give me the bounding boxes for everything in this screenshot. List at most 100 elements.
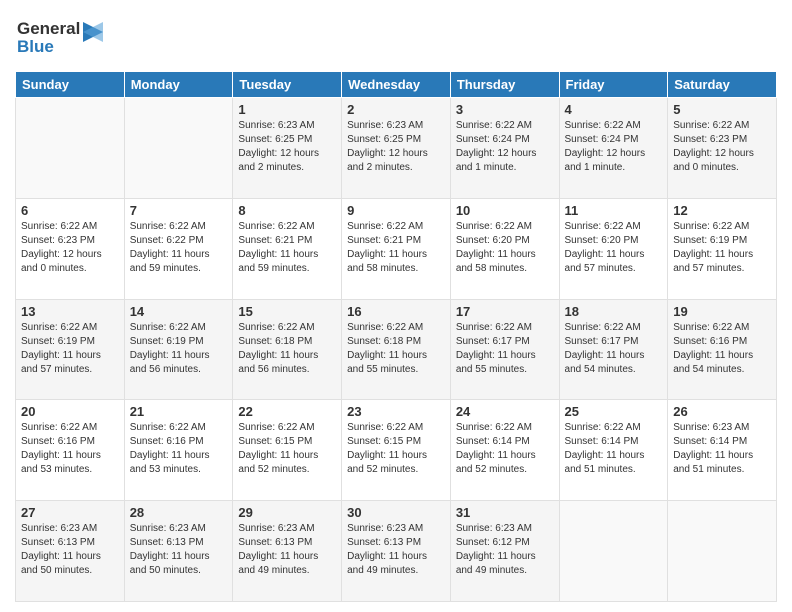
day-info: Sunrise: 6:22 AM Sunset: 6:21 PM Dayligh… [347, 220, 445, 276]
day-info: Sunrise: 6:22 AM Sunset: 6:21 PM Dayligh… [238, 220, 336, 276]
day-info: Sunrise: 6:22 AM Sunset: 6:20 PM Dayligh… [456, 220, 554, 276]
day-info: Sunrise: 6:23 AM Sunset: 6:13 PM Dayligh… [21, 522, 119, 578]
calendar-cell: 13 Sunrise: 6:22 AM Sunset: 6:19 PM Dayli… [16, 299, 125, 400]
day-info: Sunrise: 6:23 AM Sunset: 6:13 PM Dayligh… [238, 522, 336, 578]
calendar-cell: 11Sunrise: 6:22 AM Sunset: 6:20 PM Dayli… [559, 198, 668, 299]
calendar-cell: 19 Sunrise: 6:22 AM Sunset: 6:16 PM Dayli… [668, 299, 777, 400]
logo-svg: General Blue [15, 14, 105, 58]
day-number: 17 [456, 304, 554, 319]
weekday-header-sunday: Sunday [16, 72, 125, 98]
day-info: Sunrise: 6:22 AM Sunset: 6:14 PM Dayligh… [456, 421, 554, 477]
calendar-week-row: 13 Sunrise: 6:22 AM Sunset: 6:19 PM Dayli… [16, 299, 777, 400]
day-number: 8 [238, 203, 336, 218]
day-number: 12 [673, 203, 771, 218]
calendar-cell: 10 Sunrise: 6:22 AM Sunset: 6:20 PM Dayli… [450, 198, 559, 299]
calendar-cell: 31Sunrise: 6:23 AM Sunset: 6:12 PM Dayli… [450, 501, 559, 602]
day-number: 1 [238, 102, 336, 117]
calendar-cell: 20 Sunrise: 6:22 AM Sunset: 6:16 PM Dayli… [16, 400, 125, 501]
day-info: Sunrise: 6:22 AM Sunset: 6:24 PM Dayligh… [565, 119, 663, 175]
day-info: Sunrise: 6:23 AM Sunset: 6:14 PM Dayligh… [673, 421, 771, 477]
day-number: 13 [21, 304, 119, 319]
day-number: 20 [21, 404, 119, 419]
day-number: 26 [673, 404, 771, 419]
weekday-header-saturday: Saturday [668, 72, 777, 98]
page: General Blue SundayMondayTuesdayWednesda… [0, 0, 792, 612]
day-info: Sunrise: 6:22 AM Sunset: 6:18 PM Dayligh… [238, 321, 336, 377]
calendar-cell: 24 Sunrise: 6:22 AM Sunset: 6:14 PM Dayli… [450, 400, 559, 501]
day-info: Sunrise: 6:22 AM Sunset: 6:23 PM Dayligh… [673, 119, 771, 175]
header: General Blue [15, 10, 777, 63]
day-info: Sunrise: 6:22 AM Sunset: 6:16 PM Dayligh… [130, 421, 228, 477]
weekday-header-row: SundayMondayTuesdayWednesdayThursdayFrid… [16, 72, 777, 98]
calendar-week-row: 20 Sunrise: 6:22 AM Sunset: 6:16 PM Dayli… [16, 400, 777, 501]
day-number: 28 [130, 505, 228, 520]
day-number: 2 [347, 102, 445, 117]
calendar-cell: 3Sunrise: 6:22 AM Sunset: 6:24 PM Daylig… [450, 98, 559, 199]
day-number: 16 [347, 304, 445, 319]
calendar-cell: 2 Sunrise: 6:23 AM Sunset: 6:25 PM Daylig… [342, 98, 451, 199]
calendar-cell: 16 Sunrise: 6:22 AM Sunset: 6:18 PM Dayli… [342, 299, 451, 400]
calendar-cell: 5Sunrise: 6:22 AM Sunset: 6:23 PM Daylig… [668, 98, 777, 199]
day-number: 10 [456, 203, 554, 218]
svg-text:General: General [17, 19, 80, 38]
calendar-week-row: 27 Sunrise: 6:23 AM Sunset: 6:13 PM Dayli… [16, 501, 777, 602]
calendar-week-row: 1 Sunrise: 6:23 AM Sunset: 6:25 PM Daylig… [16, 98, 777, 199]
day-info: Sunrise: 6:22 AM Sunset: 6:19 PM Dayligh… [21, 321, 119, 377]
day-number: 14 [130, 304, 228, 319]
calendar-cell: 23 Sunrise: 6:22 AM Sunset: 6:15 PM Dayli… [342, 400, 451, 501]
calendar-cell: 6Sunrise: 6:22 AM Sunset: 6:23 PM Daylig… [16, 198, 125, 299]
day-info: Sunrise: 6:22 AM Sunset: 6:15 PM Dayligh… [347, 421, 445, 477]
day-number: 21 [130, 404, 228, 419]
day-info: Sunrise: 6:22 AM Sunset: 6:16 PM Dayligh… [21, 421, 119, 477]
calendar-table: SundayMondayTuesdayWednesdayThursdayFrid… [15, 71, 777, 602]
calendar-cell: 17Sunrise: 6:22 AM Sunset: 6:17 PM Dayli… [450, 299, 559, 400]
calendar-cell: 1 Sunrise: 6:23 AM Sunset: 6:25 PM Daylig… [233, 98, 342, 199]
day-number: 4 [565, 102, 663, 117]
weekday-header-thursday: Thursday [450, 72, 559, 98]
weekday-header-monday: Monday [124, 72, 233, 98]
day-number: 15 [238, 304, 336, 319]
day-info: Sunrise: 6:23 AM Sunset: 6:25 PM Dayligh… [347, 119, 445, 175]
day-info: Sunrise: 6:22 AM Sunset: 6:19 PM Dayligh… [130, 321, 228, 377]
calendar-cell: 7Sunrise: 6:22 AM Sunset: 6:22 PM Daylig… [124, 198, 233, 299]
calendar-cell [668, 501, 777, 602]
day-number: 30 [347, 505, 445, 520]
day-number: 9 [347, 203, 445, 218]
calendar-cell: 9 Sunrise: 6:22 AM Sunset: 6:21 PM Daylig… [342, 198, 451, 299]
weekday-header-wednesday: Wednesday [342, 72, 451, 98]
day-number: 29 [238, 505, 336, 520]
day-number: 31 [456, 505, 554, 520]
calendar-cell [124, 98, 233, 199]
day-number: 23 [347, 404, 445, 419]
calendar-cell: 12Sunrise: 6:22 AM Sunset: 6:19 PM Dayli… [668, 198, 777, 299]
weekday-header-friday: Friday [559, 72, 668, 98]
calendar-cell: 22 Sunrise: 6:22 AM Sunset: 6:15 PM Dayli… [233, 400, 342, 501]
day-number: 18 [565, 304, 663, 319]
calendar-cell: 27 Sunrise: 6:23 AM Sunset: 6:13 PM Dayli… [16, 501, 125, 602]
day-number: 19 [673, 304, 771, 319]
day-info: Sunrise: 6:22 AM Sunset: 6:24 PM Dayligh… [456, 119, 554, 175]
day-number: 27 [21, 505, 119, 520]
day-info: Sunrise: 6:22 AM Sunset: 6:16 PM Dayligh… [673, 321, 771, 377]
calendar-cell [16, 98, 125, 199]
day-info: Sunrise: 6:22 AM Sunset: 6:15 PM Dayligh… [238, 421, 336, 477]
calendar-cell: 18Sunrise: 6:22 AM Sunset: 6:17 PM Dayli… [559, 299, 668, 400]
day-number: 6 [21, 203, 119, 218]
weekday-header-tuesday: Tuesday [233, 72, 342, 98]
day-info: Sunrise: 6:23 AM Sunset: 6:25 PM Dayligh… [238, 119, 336, 175]
calendar-cell [559, 501, 668, 602]
day-info: Sunrise: 6:23 AM Sunset: 6:13 PM Dayligh… [130, 522, 228, 578]
day-number: 22 [238, 404, 336, 419]
calendar-cell: 25 Sunrise: 6:22 AM Sunset: 6:14 PM Dayli… [559, 400, 668, 501]
calendar-cell: 26 Sunrise: 6:23 AM Sunset: 6:14 PM Dayli… [668, 400, 777, 501]
day-number: 25 [565, 404, 663, 419]
logo: General Blue [15, 14, 105, 63]
calendar-cell: 21 Sunrise: 6:22 AM Sunset: 6:16 PM Dayli… [124, 400, 233, 501]
day-number: 24 [456, 404, 554, 419]
calendar-cell: 4 Sunrise: 6:22 AM Sunset: 6:24 PM Daylig… [559, 98, 668, 199]
calendar-cell: 30Sunrise: 6:23 AM Sunset: 6:13 PM Dayli… [342, 501, 451, 602]
day-info: Sunrise: 6:22 AM Sunset: 6:18 PM Dayligh… [347, 321, 445, 377]
calendar-week-row: 6Sunrise: 6:22 AM Sunset: 6:23 PM Daylig… [16, 198, 777, 299]
logo-block: General Blue [15, 14, 105, 63]
day-info: Sunrise: 6:22 AM Sunset: 6:14 PM Dayligh… [565, 421, 663, 477]
